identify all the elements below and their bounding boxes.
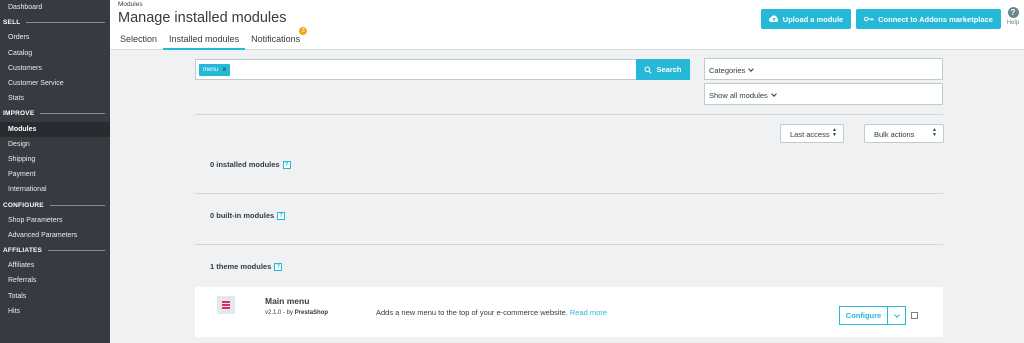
sidebar-item-international[interactable]: International — [0, 182, 110, 197]
upload-module-label: Upload a module — [782, 14, 844, 24]
search-icon — [644, 66, 653, 74]
read-more-link[interactable]: Read more — [570, 308, 607, 317]
sort-arrows-icon: ▲ ▼ — [932, 127, 937, 138]
tab-notifications[interactable]: Notifications 3 — [245, 27, 308, 50]
sidebar-item-dashboard[interactable]: Dashboard — [0, 0, 110, 15]
categories-dropdown[interactable]: Categories — [704, 58, 943, 80]
sidebar: Dashboard SELL Orders Catalog Customers … — [0, 0, 110, 343]
page-title: Manage installed modules — [118, 10, 287, 26]
sort-select[interactable]: Last access ▲ ▼ — [780, 124, 844, 143]
breadcrumb[interactable]: Modules — [118, 1, 143, 8]
bulk-actions-label: Bulk actions — [874, 130, 915, 139]
group-label: 1 theme modules — [210, 262, 272, 271]
sidebar-item-stats[interactable]: Stats — [0, 91, 110, 106]
sidebar-item-shipping[interactable]: Shipping — [0, 152, 110, 167]
section-label: IMPROVE — [3, 110, 35, 118]
tab-bar: Selection Installed modules Notification… — [114, 27, 308, 50]
sidebar-item-shop-parameters[interactable]: Shop Parameters — [0, 213, 110, 228]
divider — [26, 22, 105, 24]
key-icon — [864, 16, 874, 22]
help-icon[interactable]: ? — [274, 262, 283, 271]
status-filter-dropdown[interactable]: Show all modules — [704, 83, 943, 105]
sidebar-item-hits[interactable]: Hits — [0, 304, 110, 319]
help-icon[interactable]: ? — [277, 211, 286, 220]
sidebar-section-improve: IMPROVE — [0, 106, 110, 121]
module-actions-dropdown-button[interactable] — [887, 306, 906, 325]
sidebar-section-configure: CONFIGURE — [0, 197, 110, 212]
sidebar-section-affiliates: AFFILIATES — [0, 243, 110, 258]
connect-addons-label: Connect to Addons marketplace — [878, 14, 993, 24]
module-version: v2.1.0 - by PrestaShop — [265, 310, 328, 316]
search-tag-label: menu — [203, 67, 219, 73]
module-row: Main menu v2.1.0 - by PrestaShop Adds a … — [195, 287, 943, 337]
page-header: Modules Manage installed modules Selecti… — [110, 0, 1024, 50]
menu-module-icon — [217, 296, 235, 314]
chevron-down-icon — [748, 66, 755, 72]
divider — [195, 244, 943, 245]
help-icon[interactable]: ? — [282, 160, 291, 169]
search-button[interactable]: Search — [636, 59, 690, 80]
tab-label: Installed modules — [169, 34, 240, 44]
help-label: Help — [1006, 20, 1020, 26]
sidebar-item-design[interactable]: Design — [0, 137, 110, 152]
divider — [40, 113, 105, 115]
bulk-actions-select[interactable]: Bulk actions ▲ ▼ — [864, 124, 944, 143]
cloud-upload-icon — [768, 15, 778, 23]
chevron-down-icon — [894, 312, 900, 318]
tab-label: Selection — [120, 34, 158, 44]
divider — [195, 114, 943, 115]
search-button-label: Search — [656, 65, 682, 74]
tab-label: Notifications — [251, 34, 301, 44]
module-version-text: v2.1.0 - by — [265, 310, 294, 316]
sort-arrows-icon: ▲ ▼ — [832, 127, 837, 138]
chevron-down-icon — [770, 91, 777, 97]
module-select-checkbox[interactable] — [911, 312, 918, 319]
sidebar-item-affiliates[interactable]: Affiliates — [0, 258, 110, 273]
close-icon[interactable]: × — [222, 66, 227, 74]
search-input[interactable]: menu × — [195, 59, 636, 80]
sidebar-item-referrals[interactable]: Referrals — [0, 273, 110, 288]
notification-badge: 3 — [299, 27, 308, 35]
sidebar-item-advanced-parameters[interactable]: Advanced Parameters — [0, 228, 110, 243]
installed-modules-heading: 0 installed modules ? — [210, 160, 291, 169]
module-author: PrestaShop — [294, 310, 329, 316]
module-name: Main menu — [265, 296, 310, 306]
module-description-text: Adds a new menu to the top of your e-com… — [376, 308, 568, 317]
sidebar-item-customers[interactable]: Customers — [0, 61, 110, 76]
builtin-modules-heading: 0 built-in modules ? — [210, 211, 286, 220]
group-label: 0 built-in modules — [210, 211, 275, 220]
tab-selection[interactable]: Selection — [114, 30, 163, 50]
search-tag-chip: menu × — [199, 64, 230, 76]
group-label: 0 installed modules — [210, 160, 280, 169]
upload-module-button[interactable]: Upload a module — [761, 9, 851, 29]
section-label: SELL — [3, 19, 21, 27]
sidebar-item-catalog[interactable]: Catalog — [0, 46, 110, 61]
tab-installed-modules[interactable]: Installed modules — [163, 30, 246, 50]
section-label: AFFILIATES — [3, 247, 43, 255]
theme-modules-heading: 1 theme modules ? — [210, 262, 283, 271]
sidebar-item-customer-service[interactable]: Customer Service — [0, 76, 110, 91]
status-filter-label: Show all modules — [709, 91, 768, 100]
sidebar-item-payment[interactable]: Payment — [0, 167, 110, 182]
divider — [195, 193, 943, 194]
help-button[interactable]: ? Help — [1005, 7, 1021, 26]
sidebar-section-sell: SELL — [0, 15, 110, 30]
section-label: CONFIGURE — [3, 201, 44, 209]
connect-addons-button[interactable]: Connect to Addons marketplace — [856, 9, 1001, 29]
module-description: Adds a new menu to the top of your e-com… — [376, 308, 607, 317]
sort-label: Last access — [790, 130, 830, 139]
categories-label: Categories — [709, 66, 746, 75]
configure-button[interactable]: Configure — [839, 306, 888, 325]
sidebar-item-modules[interactable]: Modules — [0, 121, 110, 137]
divider — [48, 250, 105, 252]
question-circle-icon: ? — [1007, 7, 1019, 18]
divider — [49, 204, 105, 206]
sidebar-item-orders[interactable]: Orders — [0, 30, 110, 45]
sidebar-item-totals[interactable]: Totals — [0, 289, 110, 304]
